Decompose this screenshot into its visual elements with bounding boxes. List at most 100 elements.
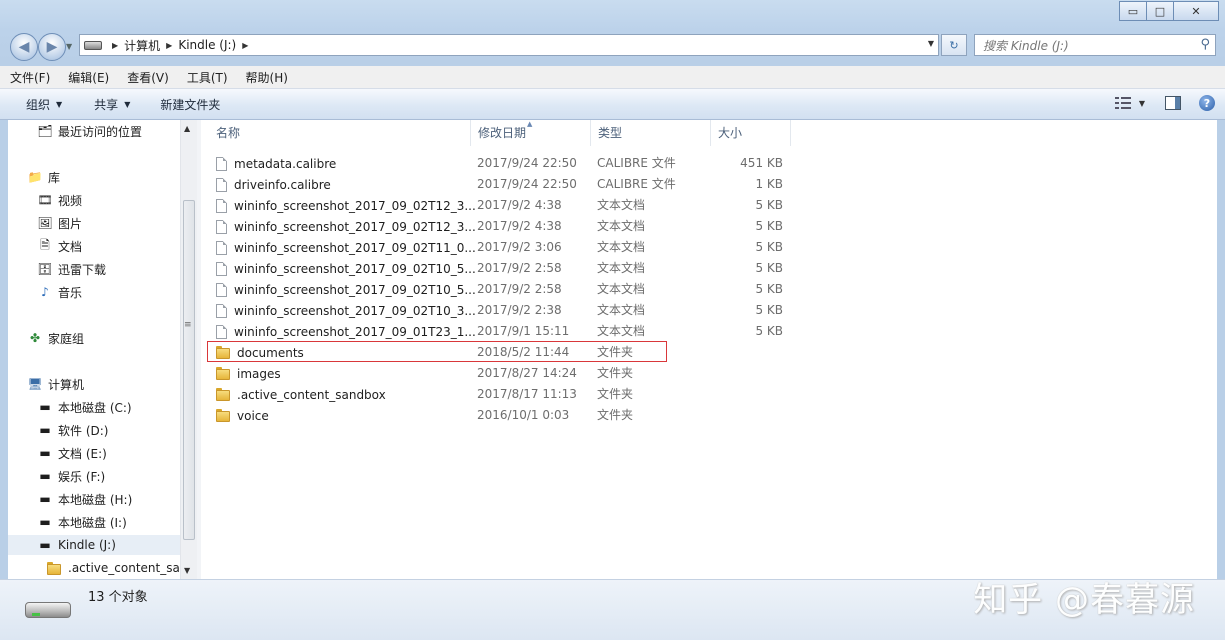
nav-item-drive-f[interactable]: ▬ 娱乐 (F:) <box>37 466 105 486</box>
document-icon <box>216 324 227 339</box>
document-icon <box>216 219 227 234</box>
nav-item-documents[interactable]: 🗎 文档 <box>37 236 82 256</box>
sort-indicator-icon: ▲ <box>527 120 533 128</box>
nav-item-label: 本地磁盘 (C:) <box>58 400 132 415</box>
watermark-text: 知乎 @春暮源 <box>973 580 1195 620</box>
organize-button[interactable]: 组织 ▼ <box>26 96 62 113</box>
nav-item-label: 图片 <box>58 216 83 231</box>
refresh-icon: ↻ <box>949 38 959 52</box>
nav-item-computer[interactable]: 🖥 计算机 <box>27 374 84 394</box>
breadcrumb-computer[interactable]: 计算机 <box>124 37 160 54</box>
nav-item-kindle[interactable]: ▬ Kindle (J:) <box>8 535 180 555</box>
nav-item-downloads[interactable]: 🗄 迅雷下载 <box>37 259 106 279</box>
column-header-name[interactable]: 名称 <box>209 120 471 146</box>
nav-item-drive-h[interactable]: ▬ 本地磁盘 (H:) <box>37 489 132 509</box>
address-bar[interactable]: ▶ 计算机 ▶ Kindle (J:) ▶ ▼ <box>79 34 939 56</box>
file-row[interactable]: wininfo_screenshot_2017_09_02T12_3... 201… <box>201 195 1217 216</box>
file-row[interactable]: metadata.calibre 2017/9/24 22:50 CALIBRE 文… <box>201 153 1217 174</box>
file-type: 文本文档 <box>597 198 646 212</box>
file-row[interactable]: wininfo_screenshot_2017_09_02T11_0... 201… <box>201 237 1217 258</box>
share-button[interactable]: 共享 ▼ <box>94 96 130 113</box>
file-row[interactable]: wininfo_screenshot_2017_09_01T23_1... 201… <box>201 321 1217 342</box>
help-icon[interactable]: ? <box>1199 95 1215 111</box>
breadcrumb-arrow-icon[interactable]: ▶ <box>242 41 248 50</box>
file-row[interactable]: wininfo_screenshot_2017_09_02T10_3... 201… <box>201 300 1217 321</box>
nav-item-active-content-folder[interactable]: .active_content_san <box>47 558 187 578</box>
refresh-button[interactable]: ↻ <box>941 34 967 56</box>
file-name-cell: wininfo_screenshot_2017_09_02T12_3... <box>216 195 476 216</box>
file-date: 2017/9/2 4:38 <box>477 219 562 233</box>
nav-item-drive-d[interactable]: ▬ 软件 (D:) <box>37 420 108 440</box>
nav-item-drive-c[interactable]: ▬ 本地磁盘 (C:) <box>37 397 132 417</box>
file-name: wininfo_screenshot_2017_09_02T11_0... <box>234 240 476 255</box>
preview-pane-icon[interactable] <box>1165 96 1181 110</box>
maximize-button[interactable]: □ <box>1147 1 1174 21</box>
nav-scrollbar[interactable]: ▲ ≡ ▼ <box>180 120 198 579</box>
breadcrumb-arrow-icon[interactable]: ▶ <box>166 41 172 50</box>
minimize-button[interactable]: ▭ <box>1119 1 1147 21</box>
view-dropdown-icon[interactable]: ▼ <box>1139 99 1145 108</box>
file-size: 451 KB <box>740 156 783 170</box>
file-row[interactable]: wininfo_screenshot_2017_09_02T10_5... 201… <box>201 258 1217 279</box>
forward-button[interactable]: ▶ <box>38 33 66 61</box>
nav-item-homegroup[interactable]: ✤ 家庭组 <box>27 328 84 348</box>
nav-item-label: 本地磁盘 (H:) <box>58 492 133 507</box>
nav-item-recent-places[interactable]: 🗂 最近访问的位置 <box>37 121 142 141</box>
documents-library-icon: 🗎 <box>40 237 50 252</box>
file-date: 2017/9/24 22:50 <box>477 177 577 191</box>
menu-file[interactable]: 文件(F) <box>0 69 58 86</box>
file-name-cell: .active_content_sandbox <box>216 384 386 405</box>
close-button[interactable]: ✕ <box>1174 1 1219 21</box>
recent-pages-dropdown[interactable]: ▼ <box>66 42 72 51</box>
address-dropdown-icon[interactable]: ▼ <box>928 39 934 48</box>
nav-item-videos[interactable]: 🎞 视频 <box>37 190 82 210</box>
item-count: 13 个对象 <box>88 590 148 605</box>
menu-view[interactable]: 查看(V) <box>117 69 177 86</box>
folder-icon <box>216 367 230 380</box>
search-input[interactable] <box>981 36 1195 56</box>
column-header-type[interactable]: 类型 <box>591 120 711 146</box>
folder-row[interactable]: images 2017/8/27 14:24 文件夹 <box>201 363 1217 384</box>
breadcrumb-arrow-icon[interactable]: ▶ <box>112 41 118 50</box>
drive-icon: ▬ <box>39 423 51 437</box>
breadcrumb-kindle[interactable]: Kindle (J:) <box>178 38 236 52</box>
nav-item-drive-i[interactable]: ▬ 本地磁盘 (I:) <box>37 512 126 532</box>
menu-edit[interactable]: 编辑(E) <box>58 69 117 86</box>
nav-item-pictures[interactable]: 🖼 图片 <box>37 213 82 233</box>
scroll-thumb[interactable] <box>183 200 195 540</box>
nav-item-label: 娱乐 (F:) <box>58 469 106 484</box>
column-headers: 名称 修改日期 ▲ 类型 大小 <box>201 120 1217 146</box>
folder-row[interactable]: voice 2016/10/1 0:03 文件夹 <box>201 405 1217 426</box>
scroll-up-icon[interactable]: ▲ <box>184 124 190 133</box>
nav-item-label: 文档 (E:) <box>58 446 107 461</box>
file-row[interactable]: wininfo_screenshot_2017_09_02T10_5... 201… <box>201 279 1217 300</box>
minimize-icon: ▭ <box>1127 4 1139 18</box>
back-button[interactable]: ◀ <box>10 33 38 61</box>
share-label: 共享 <box>94 97 119 112</box>
nav-item-label: .active_content_san <box>68 561 188 575</box>
file-size <box>721 384 783 405</box>
file-row[interactable]: driveinfo.calibre 2017/9/24 22:50 CALIBRE … <box>201 174 1217 195</box>
search-icon[interactable]: ⚲ <box>1200 37 1210 52</box>
document-icon <box>216 282 227 297</box>
file-type: 文件夹 <box>597 387 634 401</box>
menu-help[interactable]: 帮助(H) <box>236 69 296 86</box>
file-date: 2017/9/2 2:58 <box>477 261 562 275</box>
menu-tools[interactable]: 工具(T) <box>177 69 236 86</box>
file-row[interactable]: wininfo_screenshot_2017_09_02T12_3... 201… <box>201 216 1217 237</box>
scroll-down-icon[interactable]: ▼ <box>184 566 190 575</box>
nav-item-libraries[interactable]: 📁 库 <box>27 167 61 187</box>
file-type: CALIBRE 文件 <box>597 156 676 170</box>
nav-item-music[interactable]: ♪ 音乐 <box>37 282 82 302</box>
change-view-icon[interactable] <box>1114 97 1131 109</box>
nav-item-label: 文档 <box>58 239 83 254</box>
folder-row[interactable]: .active_content_sandbox 2017/8/17 11:13 文件… <box>201 384 1217 405</box>
file-name: voice <box>237 408 269 423</box>
file-size <box>721 363 783 384</box>
file-name: wininfo_screenshot_2017_09_01T23_1... <box>234 324 476 339</box>
new-folder-button[interactable]: 新建文件夹 <box>160 96 220 113</box>
nav-item-drive-e[interactable]: ▬ 文档 (E:) <box>37 443 107 463</box>
document-icon <box>216 156 227 171</box>
column-header-size[interactable]: 大小 <box>711 120 791 146</box>
drive-icon: ▬ <box>39 469 51 483</box>
